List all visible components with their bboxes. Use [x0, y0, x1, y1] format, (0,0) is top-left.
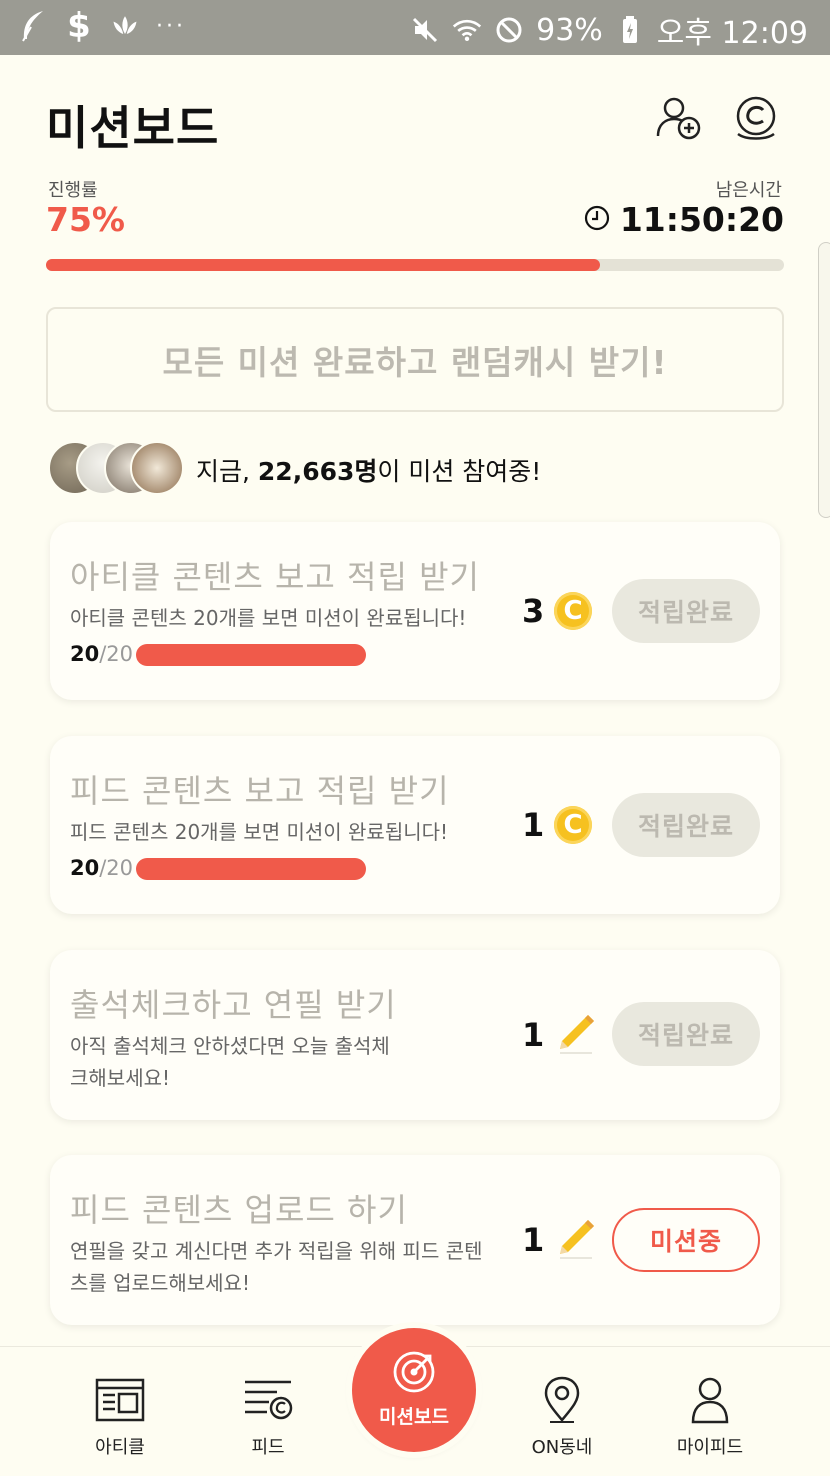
nav-missionboard[interactable]: 미션보드	[352, 1328, 476, 1452]
nav-article-label: 아티클	[95, 1437, 145, 1458]
more-dots-icon: ···	[156, 13, 186, 39]
coin-history-button[interactable]	[730, 94, 782, 146]
nav-missionboard-label: 미션보드	[379, 1406, 449, 1428]
block-icon	[494, 12, 524, 48]
coin-icon: C	[554, 806, 592, 844]
count-total: /20	[99, 856, 134, 880]
feather-icon	[18, 8, 48, 44]
count-done: 20	[70, 642, 100, 666]
nav-myfeed-label: 마이피드	[676, 1437, 744, 1458]
nav-feed[interactable]: 피드	[208, 1347, 328, 1476]
progress-value: 75%	[46, 200, 125, 239]
participants-suffix: 이 미션 참여중!	[377, 457, 542, 486]
nav-neighborhood-label: ON동네	[531, 1437, 593, 1458]
remaining-time: 11:50:20	[584, 200, 784, 239]
mission-reward: 1	[522, 1215, 602, 1265]
clock-time: 오후 12:09	[656, 16, 808, 51]
status-bar: $ ··· 93% 오후 12:09	[0, 0, 830, 55]
mission-card[interactable]: 출석체크하고 연필 받기 아직 출석체크 안하셨다면 오늘 출석체크해보세요! …	[50, 950, 780, 1120]
nav-neighborhood[interactable]: ON동네	[502, 1347, 622, 1476]
pencil-icon	[554, 1011, 598, 1059]
mission-desc: 아티클 콘텐츠 20개를 보면 미션이 완료됩니다!	[70, 606, 467, 630]
mission-title: 피드 콘텐츠 업로드 하기	[70, 1191, 408, 1229]
lotus-icon	[110, 8, 140, 44]
add-friend-button[interactable]	[652, 94, 704, 146]
clock-icon	[584, 200, 610, 239]
coin-icon: C	[554, 592, 592, 630]
person-add-icon	[654, 94, 702, 146]
nav-feed-label: 피드	[251, 1437, 285, 1458]
remaining-time-label: 남은시간	[715, 180, 782, 201]
progress-fill	[46, 259, 600, 271]
count-done: 20	[70, 856, 100, 880]
scroll-handle[interactable]	[818, 242, 830, 518]
page-title: 미션보드	[46, 101, 220, 155]
mission-card[interactable]: 피드 콘텐츠 보고 적립 받기 피드 콘텐츠 20개를 보면 미션이 완료됩니다…	[50, 736, 780, 914]
nav-myfeed[interactable]: 마이피드	[650, 1347, 770, 1476]
mission-progress-bar	[136, 644, 366, 666]
participants-text: 지금, 22,663명이 미션 참여중!	[196, 452, 541, 488]
reward-amount: 1	[522, 1221, 545, 1259]
participant-avatars	[48, 441, 188, 495]
location-pin-icon	[536, 1375, 588, 1425]
reward-amount: 3	[522, 592, 545, 630]
in-progress-button[interactable]: 미션중	[612, 1208, 760, 1272]
battery-icon	[615, 12, 645, 48]
mission-count: 20/20	[70, 642, 133, 666]
person-icon	[684, 1375, 736, 1425]
reward-amount: 1	[522, 806, 545, 844]
dollar-icon: $	[67, 6, 91, 46]
nav-article[interactable]: 아티클	[60, 1347, 180, 1476]
progress-label: 진행률	[48, 180, 98, 201]
mission-count: 20/20	[70, 856, 133, 880]
claimed-button[interactable]: 적립완료	[612, 793, 760, 857]
random-cash-banner[interactable]: 모든 미션 완료하고 랜덤캐시 받기!	[46, 307, 784, 412]
mission-desc: 피드 콘텐츠 20개를 보면 미션이 완료됩니다!	[70, 820, 449, 844]
mission-title: 출석체크하고 연필 받기	[70, 986, 397, 1024]
battery-percent: 93%	[536, 12, 603, 48]
pencil-icon	[554, 1216, 598, 1264]
wifi-icon	[452, 12, 482, 48]
mission-title: 피드 콘텐츠 보고 적립 받기	[70, 772, 450, 810]
count-total: /20	[99, 642, 134, 666]
mission-progress-bar	[136, 858, 366, 880]
mission-desc: 아직 출석체크 안하셨다면 오늘 출석체크해보세요!	[70, 1034, 390, 1090]
reward-amount: 1	[522, 1016, 545, 1054]
target-icon	[390, 1348, 438, 1400]
mission-reward: 1 C	[522, 800, 602, 850]
mission-card[interactable]: 아티클 콘텐츠 보고 적립 받기 아티클 콘텐츠 20개를 보면 미션이 완료됩…	[50, 522, 780, 700]
claimed-button[interactable]: 적립완료	[612, 579, 760, 643]
feed-icon	[242, 1375, 294, 1425]
participants-count: 22,663명	[257, 457, 378, 486]
mission-desc: 연필을 갖고 계신다면 추가 적립을 위해 피드 콘텐츠를 업로드해보세요!	[70, 1239, 483, 1295]
mute-icon	[410, 12, 440, 48]
mission-reward: 3 C	[522, 586, 602, 636]
claimed-button[interactable]: 적립완료	[612, 1002, 760, 1066]
mission-title: 아티클 콘텐츠 보고 적립 받기	[70, 558, 480, 596]
coin-c-icon	[732, 94, 780, 146]
mission-reward: 1	[522, 1010, 602, 1060]
article-icon	[94, 1375, 146, 1425]
remaining-time-value: 11:50:20	[619, 200, 784, 239]
mission-card[interactable]: 피드 콘텐츠 업로드 하기 연필을 갖고 계신다면 추가 적립을 위해 피드 콘…	[50, 1155, 780, 1325]
avatar	[130, 441, 184, 495]
participants-prefix: 지금,	[196, 457, 258, 486]
